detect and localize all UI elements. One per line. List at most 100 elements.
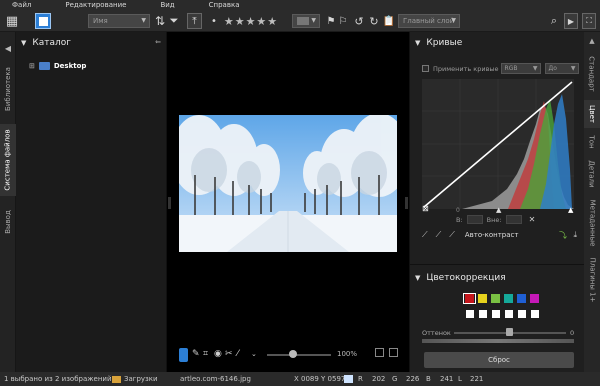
- sort-select[interactable]: Имя ▼: [88, 14, 150, 28]
- target-swatch-1[interactable]: [466, 310, 474, 318]
- brush-icon[interactable]: ⁄: [237, 349, 239, 359]
- crop-icon[interactable]: ⌗: [203, 349, 208, 359]
- repair-icon[interactable]: ✂: [225, 349, 233, 359]
- image-viewer[interactable]: ✎ ⌗ ◉ ✂ ⁄ ⌄ 100%: [167, 32, 409, 372]
- dropper-black-icon[interactable]: ⟋: [422, 230, 428, 240]
- color-correction-collapse-icon[interactable]: ▼: [415, 274, 420, 282]
- in-label: В:: [456, 215, 463, 224]
- black-point-icon[interactable]: ⊠: [422, 204, 429, 213]
- swatch-magenta[interactable]: [530, 294, 539, 303]
- collapse-triangle-icon[interactable]: ▼: [21, 39, 26, 47]
- filter-icon[interactable]: ⏷: [168, 13, 180, 29]
- redeye-icon[interactable]: ◉: [214, 349, 222, 359]
- zoom-slider-track[interactable]: [267, 354, 331, 356]
- swatch-yellow[interactable]: [478, 294, 487, 303]
- expand-icon[interactable]: ⊞: [29, 62, 35, 70]
- mode-select[interactable]: До ▼: [544, 63, 579, 74]
- view-mode-divider-icon: [22, 13, 32, 29]
- menu-file[interactable]: Файл: [12, 1, 31, 9]
- menu-view[interactable]: Вид: [160, 1, 174, 9]
- cursor-coords: X 0089 Y 0597: [294, 375, 346, 383]
- eyedropper-icon[interactable]: ✎: [192, 349, 200, 359]
- zoom-slider-knob[interactable]: [289, 350, 297, 358]
- slideshow-icon[interactable]: ▶: [564, 13, 578, 29]
- tab-output[interactable]: Вывод: [0, 202, 16, 242]
- tab-filesystem[interactable]: Система файлов: [0, 124, 16, 196]
- tab-standard[interactable]: Стандарт: [584, 50, 600, 98]
- catalog-header[interactable]: ▼ Каталог ⇐: [16, 32, 166, 54]
- tree-item-desktop[interactable]: ⊞ Desktop: [29, 62, 86, 70]
- color-correction-header[interactable]: ▼ Цветокоррекция: [410, 267, 585, 289]
- single-view-icon[interactable]: [35, 13, 51, 29]
- b-value: 241: [440, 375, 454, 383]
- tab-library[interactable]: Библиотека: [0, 58, 16, 120]
- reset-point-icon[interactable]: ✕: [529, 215, 536, 224]
- selection-count: 1 выбрано из 2 изображений: [4, 375, 112, 383]
- in-value: 0: [456, 207, 460, 214]
- compare-view-icon[interactable]: [389, 348, 398, 357]
- target-swatch-2[interactable]: [479, 310, 487, 318]
- swatch-green[interactable]: [491, 294, 500, 303]
- reset-button[interactable]: Сброс: [424, 352, 574, 368]
- curve-tools-row: ⟋ ⟋ ⟋ Авто-контраст ⤵ ⤓: [422, 229, 577, 241]
- curves-histogram[interactable]: [422, 79, 574, 209]
- g-label: G: [392, 375, 398, 383]
- left-panel-handle[interactable]: [168, 197, 171, 209]
- clipboard-icon[interactable]: 📋: [383, 13, 395, 29]
- auto-contrast-button[interactable]: Авто-контраст: [465, 231, 519, 239]
- curves-header[interactable]: ▼ Кривые: [410, 32, 584, 54]
- flag-reject-icon[interactable]: ⚐: [338, 13, 348, 29]
- layer-select[interactable]: Главный слой ▼: [398, 14, 460, 28]
- menu-edit[interactable]: Редактирование: [65, 1, 126, 9]
- apply-preset-icon[interactable]: ⤵: [559, 230, 567, 241]
- tab-tone[interactable]: Тон: [584, 130, 600, 154]
- dropper-gray-icon[interactable]: ⟋: [436, 230, 442, 240]
- tab-plugins[interactable]: Плагины 1+: [584, 252, 600, 308]
- target-swatch-6[interactable]: [531, 310, 539, 318]
- star-rating[interactable]: ★★★★★: [220, 13, 282, 29]
- save-preset-icon[interactable]: ⤓: [573, 230, 577, 240]
- preview-image: [179, 115, 397, 252]
- grid-view-icon[interactable]: ▦: [4, 13, 20, 29]
- catalog-panel: ▼ Каталог ⇐ ⊞ Desktop: [16, 32, 167, 372]
- flag-icon[interactable]: ⚑: [326, 13, 336, 29]
- white-point-handle-icon[interactable]: ▲: [568, 206, 573, 214]
- hue-slider-knob[interactable]: [506, 328, 513, 336]
- apply-curves-checkbox[interactable]: [422, 65, 429, 72]
- swatch-red[interactable]: [465, 294, 474, 303]
- color-label-select[interactable]: ▼: [292, 14, 320, 28]
- out-field[interactable]: [505, 215, 522, 224]
- rotate-left-icon[interactable]: ↺: [353, 13, 365, 29]
- swatch-cyan[interactable]: [504, 294, 513, 303]
- dropper-white-icon[interactable]: ⟋: [449, 230, 455, 240]
- sort-order-icon[interactable]: ⇅: [154, 13, 166, 29]
- pin-icon[interactable]: ⇐: [155, 38, 161, 46]
- tool-dropdown-icon[interactable]: ⌄: [251, 350, 257, 358]
- rating-clear-icon[interactable]: •: [210, 13, 218, 29]
- midpoint-handle-icon[interactable]: ▲: [496, 206, 501, 214]
- toolbar: ▦ Имя ▼ ⇅ ⏷ ⤒ • ★★★★★ ▼ ⚑ ⚐ ↺ ↻ 📋 Главный…: [0, 10, 600, 32]
- curves-collapse-icon[interactable]: ▼: [415, 39, 420, 47]
- target-swatch-4[interactable]: [505, 310, 513, 318]
- upload-icon[interactable]: ⤒: [187, 13, 202, 29]
- curve-point-row: В: Вне: ✕: [456, 215, 535, 224]
- b-label: B: [426, 375, 431, 383]
- in-field[interactable]: [466, 215, 483, 224]
- right-panel-handle[interactable]: [405, 197, 408, 209]
- collapse-left-icon[interactable]: ◀: [0, 42, 16, 54]
- menu-help[interactable]: Справка: [209, 1, 240, 9]
- fit-view-icon[interactable]: [375, 348, 384, 357]
- channel-select[interactable]: RGB ▼: [500, 63, 541, 74]
- rotate-right-icon[interactable]: ↻: [368, 13, 380, 29]
- tab-detail[interactable]: Детали: [584, 154, 600, 194]
- tab-color[interactable]: Цвет: [584, 100, 600, 128]
- target-swatch-5[interactable]: [518, 310, 526, 318]
- search-icon[interactable]: ⌕: [548, 13, 560, 29]
- hand-tool-icon[interactable]: [179, 348, 188, 362]
- swatch-blue[interactable]: [517, 294, 526, 303]
- scroll-up-icon[interactable]: ▲: [584, 36, 600, 46]
- fullscreen-icon[interactable]: ⛶: [582, 13, 596, 29]
- target-swatch-3[interactable]: [492, 310, 500, 318]
- g-value: 226: [406, 375, 420, 383]
- tab-metadata[interactable]: Метаданные: [584, 196, 600, 250]
